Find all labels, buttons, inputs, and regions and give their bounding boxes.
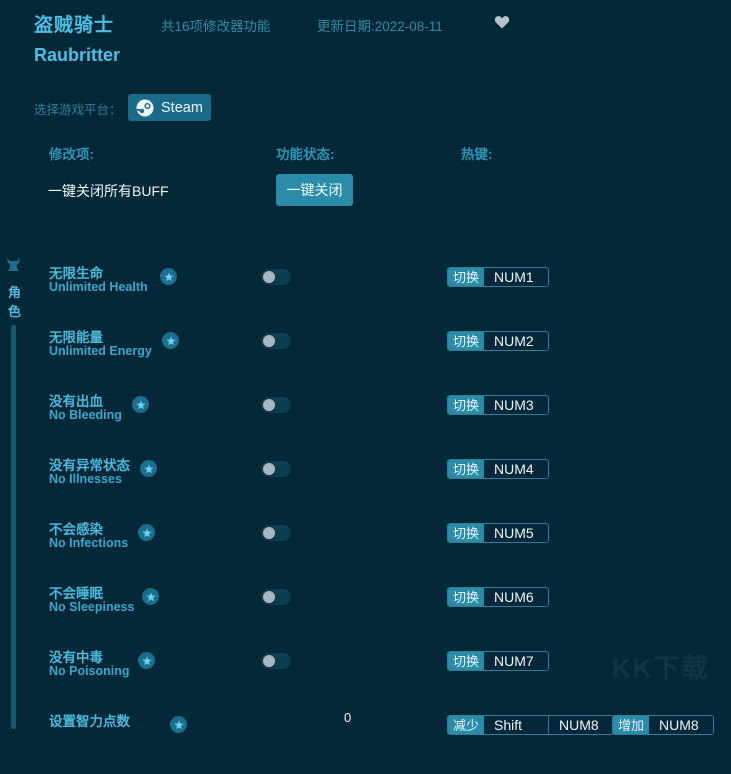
cheat-row: 无限生命 Unlimited Health 切换 NUM1 <box>0 262 731 326</box>
favorite-star-icon[interactable] <box>142 588 159 605</box>
cheat-name-cn: 不会睡眠 <box>49 586 103 601</box>
hotkey-badge[interactable]: 切换 NUM1 <box>447 267 550 287</box>
hotkey-key: NUM4 <box>484 460 549 478</box>
hotkey-badge[interactable]: 切换 NUM7 <box>447 651 550 671</box>
column-header-item: 修改项: <box>49 147 94 162</box>
toggle-knob <box>263 527 275 539</box>
cheat-name-cn: 没有异常状态 <box>49 458 130 473</box>
game-title-cn: 盗贼骑士 <box>34 15 115 36</box>
hotkey-badge[interactable]: 切换 NUM5 <box>447 523 550 543</box>
hotkey-key: NUM2 <box>484 332 549 350</box>
favorite-star-icon[interactable] <box>138 652 155 669</box>
cheat-toggle[interactable] <box>261 525 291 541</box>
hotkey-action: 增加 <box>613 716 650 734</box>
column-header-hotkey: 热键: <box>461 147 493 162</box>
feature-count: 共16项修改器功能 <box>161 19 271 34</box>
game-title-en: Raubritter <box>34 45 121 65</box>
hotkey-increase[interactable]: 增加 NUM8 <box>612 715 715 735</box>
hotkey-decrease[interactable]: 减少 Shift NUM8 <box>447 715 615 735</box>
favorite-star-icon[interactable] <box>138 524 155 541</box>
hotkey-key: NUM5 <box>484 524 549 542</box>
cheat-name-en: No Bleeding <box>49 408 122 422</box>
steam-icon <box>136 99 154 116</box>
hotkey-action: 切换 <box>448 268 485 286</box>
favorite-star-icon[interactable] <box>132 396 149 413</box>
cheat-row: 没有异常状态 No Illnesses 切换 NUM4 <box>0 454 731 518</box>
cheat-name-en: No Poisoning <box>49 664 130 678</box>
cheat-row: 不会睡眠 No Sleepiness 切换 NUM6 <box>0 582 731 646</box>
cheat-row: 不会感染 No Infections 切换 NUM5 <box>0 518 731 582</box>
toggle-knob <box>263 335 275 347</box>
cheat-row: 无限能量 Unlimited Energy 切换 NUM2 <box>0 326 731 390</box>
hotkey-action: 切换 <box>448 396 485 414</box>
hotkey-action: 切换 <box>448 332 485 350</box>
close-all-button[interactable]: 一键关闭 <box>276 174 353 206</box>
hotkey-badge[interactable]: 切换 NUM4 <box>447 459 550 479</box>
cheat-name-cn: 不会感染 <box>49 522 103 537</box>
cheat-toggle[interactable] <box>261 269 291 285</box>
cheat-name-cn: 无限生命 <box>49 266 103 281</box>
platform-label: 选择游戏平台： <box>34 103 122 117</box>
cheat-name-en: No Infections <box>49 536 129 550</box>
toggle-knob <box>263 399 275 411</box>
toggle-knob <box>263 655 275 667</box>
watermark: KK下载 <box>612 653 710 683</box>
hotkey-badge[interactable]: 切换 NUM6 <box>447 587 550 607</box>
cheat-toggle[interactable] <box>261 397 291 413</box>
hotkey-key: NUM8 <box>548 716 614 734</box>
update-date: 更新日期:2022-08-11 <box>317 19 443 34</box>
cheat-name-cn: 设置智力点数 <box>49 714 130 729</box>
hotkey-action: 切换 <box>448 588 485 606</box>
favorite-star-icon[interactable] <box>170 716 187 733</box>
cheat-row: 没有出血 No Bleeding 切换 NUM3 <box>0 390 731 454</box>
close-all-buff-label: 一键关闭所有BUFF <box>48 183 169 199</box>
steam-platform-button[interactable]: Steam <box>128 94 211 121</box>
cheat-toggle[interactable] <box>261 589 291 605</box>
cheat-name-en: No Sleepiness <box>49 600 135 614</box>
hotkey-key: NUM1 <box>484 268 549 286</box>
toggle-knob <box>263 271 275 283</box>
favorite-star-icon[interactable] <box>162 332 179 349</box>
toggle-knob <box>263 463 275 475</box>
cheat-row-intelligence: 设置智力点数 0 减少 Shift NUM8 增加 NUM8 <box>0 710 731 774</box>
hotkey-badge[interactable]: 切换 NUM3 <box>447 395 550 415</box>
hotkey-badge[interactable]: 切换 NUM2 <box>447 331 550 351</box>
heart-icon[interactable] <box>494 14 510 30</box>
cheat-toggle[interactable] <box>261 461 291 477</box>
cheat-name-en: No Illnesses <box>49 472 122 486</box>
cheat-name-cn: 没有中毒 <box>49 650 103 665</box>
hotkey-key: NUM3 <box>484 396 549 414</box>
cheat-name-cn: 无限能量 <box>49 330 103 345</box>
cheat-toggle[interactable] <box>261 653 291 669</box>
hotkey-key: NUM6 <box>484 588 549 606</box>
hotkey-action: 切换 <box>448 460 485 478</box>
hotkey-key: Shift <box>484 716 549 734</box>
cheat-name-cn: 没有出血 <box>49 394 103 409</box>
hotkey-key: NUM7 <box>484 652 549 670</box>
intelligence-value[interactable]: 0 <box>344 710 351 725</box>
favorite-star-icon[interactable] <box>140 460 157 477</box>
cheat-name-en: Unlimited Energy <box>49 344 152 358</box>
cheat-toggle[interactable] <box>261 333 291 349</box>
hotkey-key: NUM8 <box>649 716 714 734</box>
hotkey-action: 切换 <box>448 524 485 542</box>
cheat-name-en: Unlimited Health <box>49 280 148 294</box>
favorite-star-icon[interactable] <box>160 268 177 285</box>
hotkey-action: 切换 <box>448 652 485 670</box>
steam-label: Steam <box>161 99 203 116</box>
hotkey-action: 减少 <box>448 716 485 734</box>
column-header-status: 功能状态: <box>276 147 335 162</box>
toggle-knob <box>263 591 275 603</box>
